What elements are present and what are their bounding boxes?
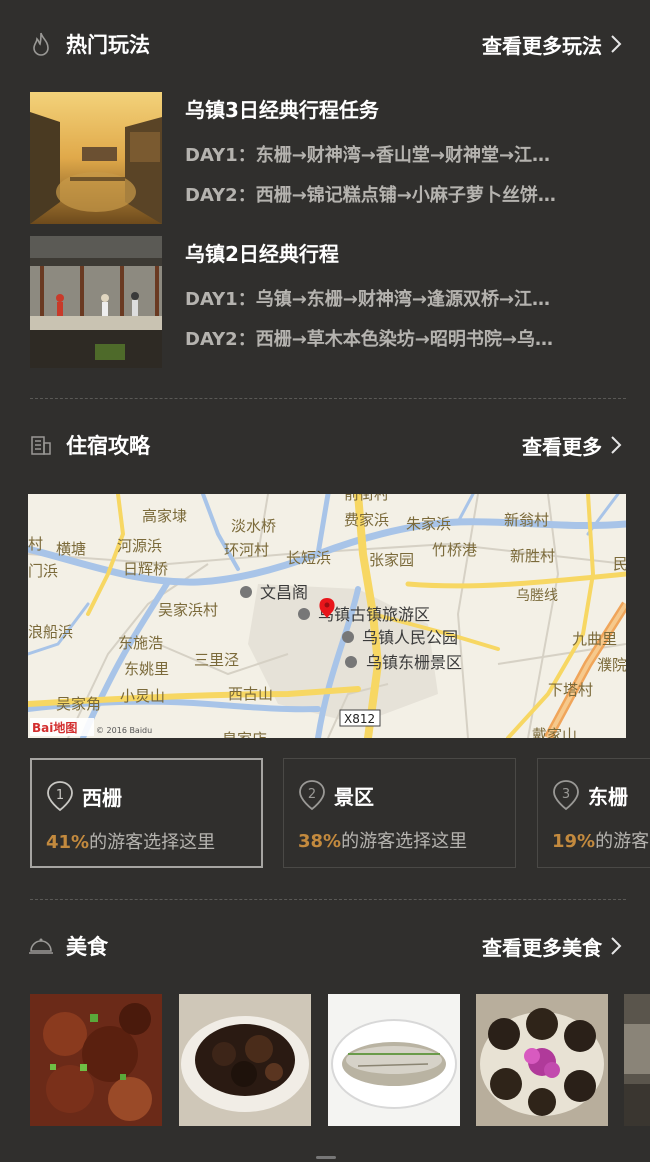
map-label: 小炅山	[120, 687, 165, 705]
map-label: 皇家店	[222, 730, 267, 738]
map-copyright: © 2016 Baidu	[96, 726, 152, 735]
map-label: 吴家浜村	[158, 601, 218, 619]
hot-routes-header: 热门玩法 查看更多玩法	[0, 24, 650, 64]
map-label: 吴家角	[56, 695, 101, 713]
choice-suffix: 的游客选择这里	[89, 832, 216, 853]
map-label: 竹桥港	[432, 541, 477, 559]
map-label: 新翁村	[504, 511, 549, 529]
route-thumbnail-canal	[30, 92, 162, 224]
map-label: 门浜	[28, 562, 58, 580]
section-divider	[30, 899, 626, 900]
location-pin-icon: 1	[47, 781, 73, 812]
choice-percent: 41%	[46, 832, 90, 853]
map-label: 费家浜	[344, 511, 389, 529]
flame-icon	[28, 31, 54, 57]
map-label: 三里泾	[194, 651, 239, 669]
more-lodging-label: 查看更多	[522, 434, 602, 459]
choice-percent: 19%	[552, 831, 596, 852]
choice-name: 东栅	[588, 784, 628, 809]
choice-number: 3	[562, 787, 570, 802]
location-pin-icon: 3	[553, 780, 579, 811]
scroll-indicator	[316, 1156, 336, 1159]
area-choice-dongzha[interactable]: 3 东栅 19%的游客选择这里	[537, 758, 650, 868]
route-thumbnail-corridor	[30, 236, 162, 368]
map-label: 张家园	[369, 551, 414, 569]
building-icon	[28, 432, 54, 458]
map-label: 九曲里	[572, 630, 617, 648]
cloche-icon	[28, 933, 54, 959]
map-label: 长短浜	[286, 549, 331, 567]
map-label: 戴家山	[532, 726, 577, 738]
chevron-right-icon	[611, 35, 622, 53]
route-day2: DAY2：西栅→锦记糕点铺→小麻子萝卜丝饼…	[185, 185, 556, 206]
chevron-right-icon	[611, 436, 622, 454]
food-photo-partial[interactable]	[624, 994, 650, 1126]
map-poi-label: 乌镇东栅景区	[366, 653, 462, 672]
more-routes-link[interactable]: 查看更多玩法	[482, 30, 622, 59]
more-lodging-link[interactable]: 查看更多	[522, 431, 622, 460]
food-title: 美食	[66, 935, 108, 959]
route-card-2day[interactable]: 乌镇2日经典行程 DAY1：乌镇→东栅→财神湾→逢源双桥→江… DAY2：西栅→…	[30, 236, 626, 368]
map-label: 环河村	[224, 541, 269, 559]
map-label: 村	[28, 535, 43, 553]
choice-number: 2	[308, 787, 316, 802]
more-routes-label: 查看更多玩法	[482, 33, 602, 58]
map-label: 横塘	[56, 540, 86, 558]
food-photo-steamed-fish[interactable]	[328, 994, 460, 1126]
map-poi-label: 乌镇人民公园	[362, 628, 458, 647]
map-label: 新胜村	[510, 547, 555, 565]
choice-percent: 38%	[298, 831, 342, 852]
map-label: 高家埭	[142, 507, 187, 525]
choice-name: 景区	[334, 784, 374, 809]
food-photo-tartlets[interactable]	[476, 994, 608, 1126]
more-food-label: 查看更多美食	[482, 935, 602, 960]
map-label: 下塔村	[548, 681, 593, 699]
lodging-title: 住宿攻略	[66, 434, 150, 458]
choice-name: 西栅	[82, 785, 122, 810]
map-label: 东姚里	[124, 660, 169, 678]
map-poi-label: 文昌阁	[260, 583, 308, 602]
area-choice-scenic[interactable]: 2 景区 38%的游客选择这里	[283, 758, 516, 868]
map-label: 日辉桥	[123, 560, 168, 578]
food-photo-dark-dish[interactable]	[179, 994, 311, 1126]
road-shield-label: X812	[344, 712, 375, 726]
more-food-link[interactable]: 查看更多美食	[482, 932, 622, 961]
chevron-right-icon	[611, 937, 622, 955]
choice-number: 1	[56, 788, 64, 803]
route-title: 乌镇2日经典行程	[185, 242, 339, 266]
route-day1: DAY1：东栅→财神湾→香山堂→财神堂→江…	[185, 145, 551, 166]
hot-routes-title: 热门玩法	[66, 33, 150, 57]
map-label: 西古山	[228, 685, 273, 703]
choice-suffix: 的游客选择这里	[341, 831, 468, 852]
map-poi-label: 乌镇古镇旅游区	[318, 605, 430, 624]
map-label: 东施浩	[118, 634, 163, 652]
area-choice-xizha[interactable]: 1 西栅 41%的游客选择这里	[30, 758, 263, 868]
route-card-3day[interactable]: 乌镇3日经典行程任务 DAY1：东栅→财神湾→香山堂→财神堂→江… DAY2：西…	[30, 92, 626, 224]
map-label: 前街村	[344, 494, 389, 503]
map-label: 淡水桥	[231, 517, 276, 535]
map-label: 河源浜	[117, 537, 162, 555]
map-label: 民	[613, 555, 626, 573]
map-label: 朱家浜	[406, 515, 451, 533]
route-title: 乌镇3日经典行程任务	[185, 98, 379, 122]
lodging-header: 住宿攻略 查看更多	[0, 425, 650, 465]
food-photo-braised-meat[interactable]	[30, 994, 162, 1126]
choice-suffix: 的游客选择这里	[595, 831, 650, 852]
map-label: 浪船浜	[28, 623, 73, 641]
baidu-logo: Bai地图	[32, 720, 77, 735]
lodging-map[interactable]: 高家埭 淡水桥 费家浜 朱家浜 新翁村 前街村 村 横塘 河源浜 环河村 长短浜…	[28, 494, 626, 738]
route-day2: DAY2：西栅→草木本色染坊→昭明书院→乌…	[185, 329, 553, 350]
food-header: 美食 查看更多美食	[0, 926, 650, 966]
map-label: 乌塍线	[516, 588, 558, 604]
location-pin-icon: 2	[299, 780, 325, 811]
map-label: 濮院互	[597, 656, 626, 674]
section-divider	[30, 398, 626, 399]
route-day1: DAY1：乌镇→东栅→财神湾→逢源双桥→江…	[185, 289, 551, 310]
